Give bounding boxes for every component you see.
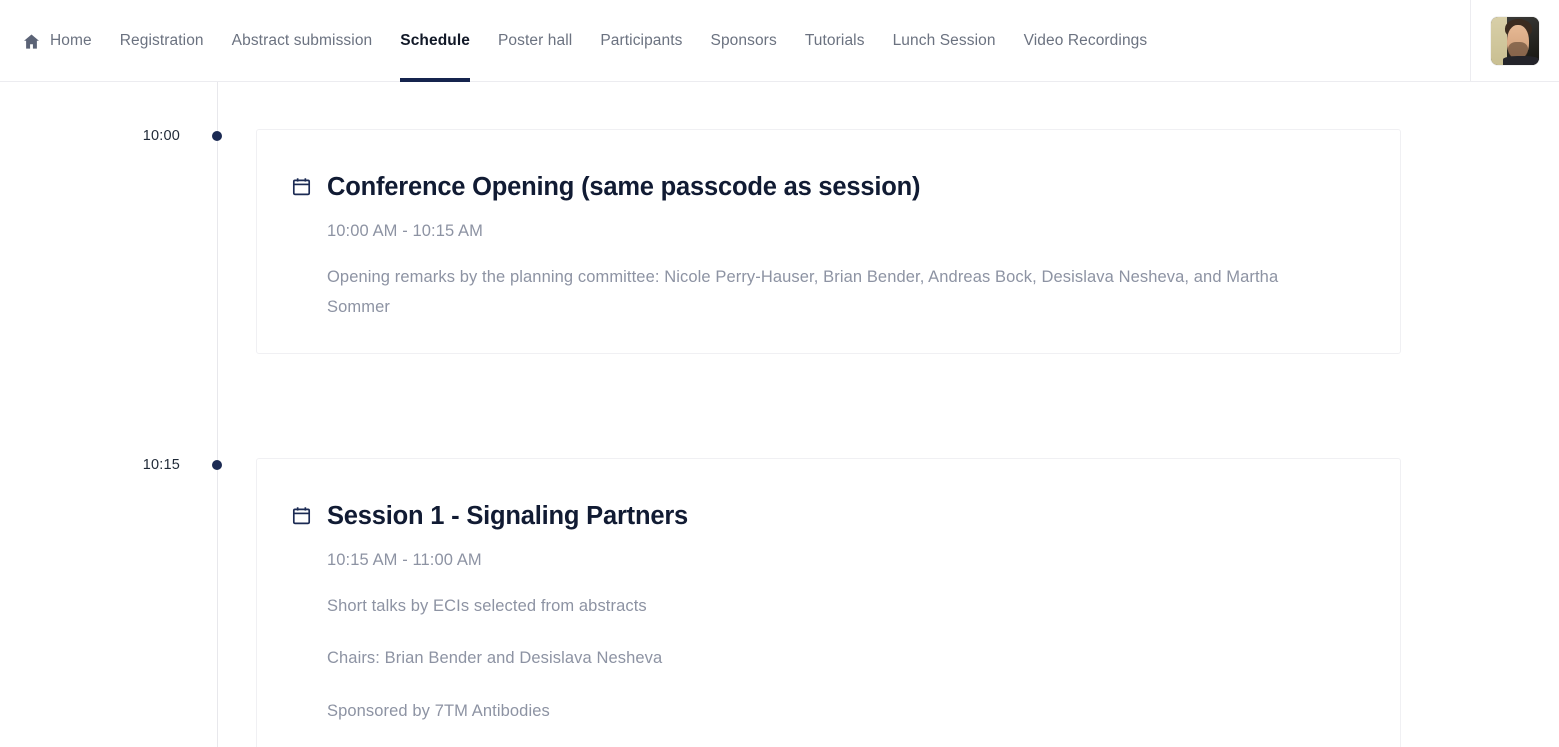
- avatar-container: [1471, 0, 1559, 82]
- event-card[interactable]: Conference Opening (same passcode as ses…: [256, 129, 1401, 354]
- nav-item-schedule-label: Schedule: [400, 32, 470, 50]
- timeline-dot: [212, 460, 222, 470]
- event-card[interactable]: Session 1 - Signaling Partners 10:15 AM …: [256, 458, 1401, 747]
- event-description: Short talks by ECIs selected from abstra…: [327, 591, 1312, 622]
- nav-item-participants[interactable]: Participants: [586, 0, 696, 82]
- home-icon: [21, 31, 41, 51]
- nav-item-poster-hall[interactable]: Poster hall: [484, 0, 586, 82]
- event-title: Conference Opening (same passcode as ses…: [327, 172, 1360, 203]
- nav-item-abstract-submission[interactable]: Abstract submission: [218, 0, 387, 82]
- nav-item-sponsors[interactable]: Sponsors: [697, 0, 791, 82]
- event-time-label: 10:15: [60, 457, 180, 473]
- nav-item-lunch-session[interactable]: Lunch Session: [879, 0, 1010, 82]
- nav-item-abstract-submission-label: Abstract submission: [232, 32, 373, 50]
- nav-item-registration-label: Registration: [120, 32, 204, 50]
- nav-item-poster-hall-label: Poster hall: [498, 32, 572, 50]
- nav-item-home-label: Home: [50, 32, 92, 50]
- event-time-label: 10:00: [60, 128, 180, 144]
- nav-item-video-recordings[interactable]: Video Recordings: [1010, 0, 1162, 82]
- nav-item-registration[interactable]: Registration: [106, 0, 218, 82]
- nav-item-tutorials-label: Tutorials: [805, 32, 865, 50]
- calendar-icon: [291, 505, 313, 527]
- event-description: Chairs: Brian Bender and Desislava Neshe…: [327, 643, 1312, 674]
- event-time-range: 10:15 AM - 11:00 AM: [327, 551, 1360, 570]
- nav-item-schedule[interactable]: Schedule: [386, 0, 484, 82]
- event-title: Session 1 - Signaling Partners: [327, 501, 1360, 532]
- timeline-dot: [212, 131, 222, 141]
- event-description: Opening remarks by the planning committe…: [327, 262, 1312, 323]
- nav-item-video-recordings-label: Video Recordings: [1024, 32, 1148, 50]
- site-header: Home Registration Abstract submission Sc…: [0, 0, 1559, 82]
- nav-item-sponsors-label: Sponsors: [711, 32, 777, 50]
- avatar[interactable]: [1491, 17, 1539, 65]
- calendar-icon: [291, 176, 313, 198]
- nav-item-lunch-session-label: Lunch Session: [893, 32, 996, 50]
- avatar-shoulder: [1503, 56, 1539, 65]
- nav-item-home[interactable]: Home: [21, 0, 106, 82]
- nav-item-participants-label: Participants: [600, 32, 682, 50]
- timeline-axis-line: [217, 82, 218, 747]
- main-navigation: Home Registration Abstract submission Sc…: [0, 0, 1470, 82]
- nav-item-tutorials[interactable]: Tutorials: [791, 0, 879, 82]
- event-description: Sponsored by 7TM Antibodies: [327, 696, 1312, 727]
- event-time-range: 10:00 AM - 10:15 AM: [327, 222, 1360, 241]
- schedule-timeline: 10:00 Conference Opening (same passcode …: [0, 82, 1559, 747]
